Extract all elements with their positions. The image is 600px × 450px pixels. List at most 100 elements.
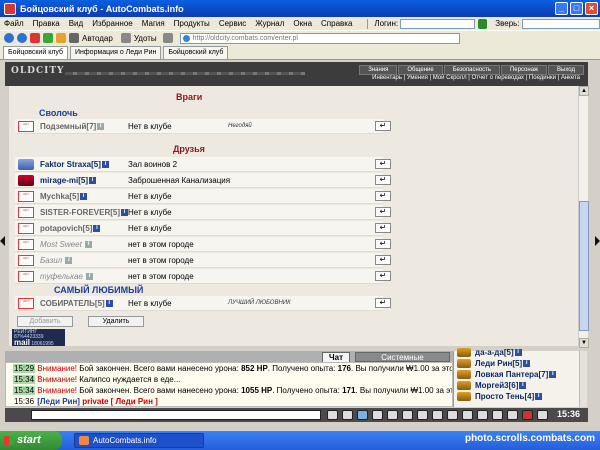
- filter-icon[interactable]: [162, 33, 173, 43]
- info-icon[interactable]: i: [519, 381, 527, 389]
- refresh-chat-icon[interactable]: [477, 410, 488, 420]
- scroll-thumb[interactable]: [579, 201, 589, 331]
- contact-name[interactable]: Faktor Straxa[5] i: [40, 160, 120, 169]
- close-button[interactable]: ×: [585, 2, 598, 15]
- contact-name[interactable]: Mychka[5] i: [40, 192, 120, 201]
- go-to-contact-button[interactable]: ↵: [375, 121, 391, 131]
- go-to-contact-button[interactable]: ↵: [375, 191, 391, 201]
- maximize-button[interactable]: □: [570, 2, 583, 15]
- nav-character[interactable]: Персонаж: [500, 65, 548, 75]
- menu-favorites[interactable]: Избранное: [92, 19, 133, 28]
- game-sub-nav[interactable]: Инвентарь | Умения | Мой Скролл | Отчет …: [372, 75, 580, 81]
- start-button[interactable]: start: [0, 431, 62, 450]
- contact-name[interactable]: Базил i: [40, 256, 120, 265]
- settings-icon[interactable]: [447, 410, 458, 420]
- go-to-contact-button[interactable]: ↵: [375, 175, 391, 185]
- walk-icon[interactable]: [387, 410, 398, 420]
- fight-icon[interactable]: [402, 410, 413, 420]
- menu-windows[interactable]: Окна: [293, 19, 312, 28]
- info-icon[interactable]: i: [85, 240, 93, 248]
- nav-exit[interactable]: Выход: [548, 65, 584, 75]
- menu-magic[interactable]: Магия: [142, 19, 165, 28]
- scroll-down-icon[interactable]: ▼: [579, 338, 589, 348]
- exit-chat-icon[interactable]: [462, 410, 473, 420]
- emoticon-icon[interactable]: [432, 410, 443, 420]
- go-to-contact-button[interactable]: ↵: [375, 159, 391, 169]
- clear-icon[interactable]: [327, 410, 338, 420]
- book-icon[interactable]: [507, 410, 518, 420]
- private-tag[interactable]: private [ Леди Рин ]: [82, 397, 158, 406]
- online-user[interactable]: Леди Рин[5] i: [457, 358, 531, 368]
- tab-combats-club-2[interactable]: Бойцовский клуб: [163, 46, 229, 59]
- minimize-button[interactable]: _: [555, 2, 568, 15]
- contact-name[interactable]: potapovich[5] i: [40, 224, 120, 233]
- message-time[interactable]: 15:29: [13, 364, 36, 373]
- forward-icon[interactable]: [17, 33, 27, 43]
- online-user[interactable]: Ловкая Пантера[7] i: [457, 369, 557, 379]
- refresh-icon[interactable]: [43, 33, 53, 43]
- stop-icon[interactable]: [30, 33, 40, 43]
- delete-contact-button[interactable]: Удалить: [88, 316, 144, 327]
- message-time[interactable]: 15:36: [13, 397, 35, 406]
- info-icon[interactable]: i: [549, 370, 557, 378]
- go-to-contact-button[interactable]: ↵: [375, 298, 391, 308]
- online-user[interactable]: да-а-да[5] i: [457, 347, 522, 357]
- contact-name[interactable]: Most Sweet i: [40, 240, 120, 249]
- message-sender[interactable]: [Леди Рин]: [37, 397, 80, 406]
- online-list-scrollbar[interactable]: [579, 351, 587, 407]
- info-icon[interactable]: i: [86, 272, 94, 280]
- smile-icon[interactable]: [342, 410, 353, 420]
- login-go-icon[interactable]: [477, 18, 488, 29]
- taskbar-window-item[interactable]: AutoCombats.info: [74, 433, 204, 448]
- alert-icon[interactable]: [522, 410, 533, 420]
- address-bar[interactable]: http://oldcity.combats.com/enter.pl: [179, 32, 460, 44]
- info-icon[interactable]: i: [80, 192, 88, 200]
- info-icon[interactable]: i: [97, 122, 105, 130]
- info-icon[interactable]: i: [65, 256, 73, 264]
- home-icon[interactable]: [56, 33, 66, 43]
- menu-journal[interactable]: Журнал: [255, 19, 284, 28]
- online-user[interactable]: Моргей3[6] i: [457, 380, 527, 390]
- options-icon[interactable]: [537, 410, 548, 420]
- chat-input[interactable]: [31, 410, 321, 420]
- nav-security[interactable]: Безопасность: [443, 65, 500, 75]
- menu-edit[interactable]: Правка: [33, 19, 60, 28]
- go-to-contact-button[interactable]: ↵: [375, 255, 391, 265]
- back-icon[interactable]: [4, 33, 14, 43]
- message-time[interactable]: 15:34: [13, 375, 36, 384]
- contact-name[interactable]: туфелькае i: [40, 272, 120, 281]
- info-icon[interactable]: i: [105, 299, 113, 307]
- contact-name[interactable]: СОБИРАТЕЛЬ[5] i: [40, 299, 120, 308]
- autodar-button[interactable]: Автодар: [82, 34, 113, 43]
- online-user[interactable]: Просто Тень[4] i: [457, 391, 543, 401]
- add-contact-button[interactable]: Добавить: [17, 316, 73, 327]
- nav-knowledge[interactable]: Знания: [359, 65, 398, 75]
- right-collapse-arrow-icon[interactable]: [595, 236, 600, 246]
- translit-icon[interactable]: [372, 410, 383, 420]
- tab-chat[interactable]: Чат: [322, 352, 350, 362]
- contact-name[interactable]: Подземный[7] i: [40, 122, 120, 131]
- menu-file[interactable]: Файл: [4, 19, 24, 28]
- go-to-contact-button[interactable]: ↵: [375, 223, 391, 233]
- nav-communication[interactable]: Общение: [398, 65, 443, 75]
- tab-combats-club[interactable]: Бойцовский клуб: [3, 46, 69, 59]
- info-icon[interactable]: i: [121, 208, 129, 216]
- info-icon[interactable]: i: [93, 224, 101, 232]
- stop-icon[interactable]: [492, 410, 503, 420]
- filter-icon[interactable]: [357, 410, 368, 420]
- go-to-contact-button[interactable]: ↵: [375, 239, 391, 249]
- menu-products[interactable]: Продукты: [174, 19, 210, 28]
- info-icon[interactable]: i: [101, 160, 109, 168]
- beast-select[interactable]: [521, 18, 600, 29]
- go-to-contact-button[interactable]: ↵: [375, 271, 391, 281]
- menu-help[interactable]: Справка: [321, 19, 352, 28]
- content-scrollbar[interactable]: ▲ ▼: [578, 86, 589, 348]
- contact-name[interactable]: mirage-mi[5] i: [40, 176, 120, 185]
- message-time[interactable]: 15:34: [13, 386, 36, 395]
- go-to-contact-button[interactable]: ↵: [375, 207, 391, 217]
- info-icon[interactable]: i: [535, 392, 543, 400]
- tab-system-messages[interactable]: Системные сообщения: [355, 352, 450, 372]
- login-input[interactable]: [400, 18, 475, 29]
- contact-name[interactable]: SISTER-FOREVER[5] i: [40, 208, 129, 217]
- menu-view[interactable]: Вид: [69, 19, 83, 28]
